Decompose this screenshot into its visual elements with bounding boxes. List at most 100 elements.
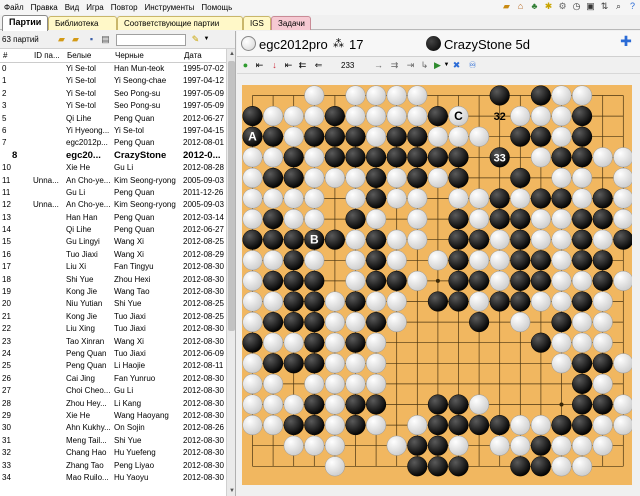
white-stone[interactable] (427, 126, 448, 147)
black-stone[interactable] (263, 229, 284, 250)
white-stone[interactable] (324, 435, 345, 456)
black-stone[interactable] (551, 415, 572, 436)
white-stone[interactable] (304, 106, 325, 127)
open-folder-icon[interactable]: ▰ (56, 34, 67, 45)
white-stone[interactable] (263, 188, 284, 209)
white-stone[interactable] (366, 291, 387, 312)
white-stone[interactable] (283, 188, 304, 209)
black-stone[interactable] (366, 250, 387, 271)
table-row[interactable]: 24 Peng Quan Tuo Jiaxi 2012-06-09 (0, 348, 226, 360)
white-stone[interactable] (469, 394, 490, 415)
white-stone[interactable] (510, 415, 531, 436)
white-stone[interactable] (242, 373, 263, 394)
black-stone[interactable] (469, 415, 490, 436)
white-stone[interactable] (592, 291, 613, 312)
white-stone[interactable] (613, 147, 633, 168)
black-stone[interactable] (324, 126, 345, 147)
black-stone[interactable] (489, 188, 510, 209)
black-stone[interactable] (407, 456, 428, 477)
settings-icon[interactable]: ⚙ (557, 1, 568, 12)
black-stone[interactable] (489, 415, 510, 436)
black-stone[interactable] (448, 250, 469, 271)
black-stone[interactable] (283, 229, 304, 250)
white-stone[interactable] (407, 229, 428, 250)
white-stone[interactable] (572, 85, 593, 106)
white-stone[interactable] (407, 415, 428, 436)
black-stone[interactable] (263, 353, 284, 374)
col-black-header[interactable]: Черные (115, 51, 144, 60)
black-stone[interactable] (283, 250, 304, 271)
white-stone[interactable] (469, 188, 490, 209)
menu-replay[interactable]: Повтор (107, 0, 141, 15)
white-stone[interactable] (530, 229, 551, 250)
back-arrow-icon[interactable]: ↓ (269, 60, 280, 71)
black-stone[interactable] (489, 209, 510, 230)
black-stone[interactable] (304, 394, 325, 415)
black-stone[interactable] (572, 250, 593, 271)
black-stone[interactable] (304, 126, 325, 147)
white-stone[interactable] (407, 270, 428, 291)
table-row[interactable]: 3 Yi Se-tol Seo Pong-su 1997-05-09 (0, 100, 226, 112)
white-stone[interactable] (530, 106, 551, 127)
black-stone[interactable] (345, 209, 366, 230)
white-stone[interactable] (345, 85, 366, 106)
white-stone[interactable] (366, 126, 387, 147)
table-row[interactable]: 2 Yi Se-tol Seo Pong-su 1997-05-09 (0, 88, 226, 100)
black-stone[interactable] (510, 126, 531, 147)
black-stone[interactable] (386, 126, 407, 147)
white-stone[interactable] (551, 167, 572, 188)
col-date-header[interactable]: Дата (184, 51, 202, 60)
black-stone[interactable] (530, 332, 551, 353)
database-icon[interactable]: ▤ (100, 34, 111, 45)
white-stone[interactable] (572, 312, 593, 333)
table-row[interactable]: 30 Ahn Kukhy... On Sojin 2012-08-26 (0, 422, 226, 434)
col-num-header[interactable]: # (3, 51, 7, 60)
games-scrollbar[interactable]: ▲ ▼ (226, 49, 235, 496)
black-stone[interactable] (304, 415, 325, 436)
table-row[interactable]: 19 Kong Jie Wang Tao 2012-08-30 (0, 286, 226, 298)
white-stone[interactable] (304, 250, 325, 271)
white-stone[interactable] (324, 167, 345, 188)
white-stone[interactable] (551, 291, 572, 312)
white-stone[interactable] (551, 250, 572, 271)
black-stone[interactable] (551, 147, 572, 168)
black-stone[interactable] (510, 270, 531, 291)
black-stone[interactable] (448, 291, 469, 312)
white-stone[interactable] (551, 270, 572, 291)
table-row[interactable]: 10 Xie He Gu Li 2012-08-28 (0, 162, 226, 174)
white-stone[interactable] (283, 332, 304, 353)
black-stone[interactable] (530, 435, 551, 456)
black-stone[interactable] (366, 270, 387, 291)
white-stone[interactable] (366, 415, 387, 436)
first-move-icon[interactable]: ⇤ (254, 60, 265, 71)
black-stone[interactable] (304, 353, 325, 374)
filter-icon[interactable]: ✎ (190, 34, 201, 45)
home-icon[interactable]: ⌂ (515, 1, 526, 12)
white-stone[interactable] (551, 209, 572, 230)
black-stone[interactable] (366, 229, 387, 250)
black-stone[interactable] (530, 188, 551, 209)
black-stone[interactable] (324, 147, 345, 168)
black-stone[interactable] (283, 270, 304, 291)
black-stone[interactable] (427, 394, 448, 415)
white-stone[interactable] (592, 415, 613, 436)
white-stone[interactable] (386, 435, 407, 456)
white-stone[interactable] (304, 188, 325, 209)
white-stone[interactable] (592, 373, 613, 394)
menu-edit[interactable]: Правка (27, 0, 61, 15)
white-stone[interactable] (469, 209, 490, 230)
white-stone[interactable] (613, 167, 633, 188)
black-stone[interactable] (407, 435, 428, 456)
black-stone[interactable] (448, 270, 469, 291)
black-stone[interactable] (427, 147, 448, 168)
white-stone[interactable] (592, 435, 613, 456)
white-stone[interactable] (283, 394, 304, 415)
table-row[interactable]: 17 Liu Xi Fan Tingyu 2012-08-30 (0, 261, 226, 273)
green-circle-icon[interactable]: ● (240, 60, 251, 71)
clock-icon[interactable]: ◷ (571, 1, 582, 12)
black-stone[interactable] (324, 106, 345, 127)
black-stone[interactable] (530, 270, 551, 291)
black-stone[interactable] (407, 147, 428, 168)
white-stone[interactable] (304, 147, 325, 168)
white-stone[interactable] (345, 106, 366, 127)
